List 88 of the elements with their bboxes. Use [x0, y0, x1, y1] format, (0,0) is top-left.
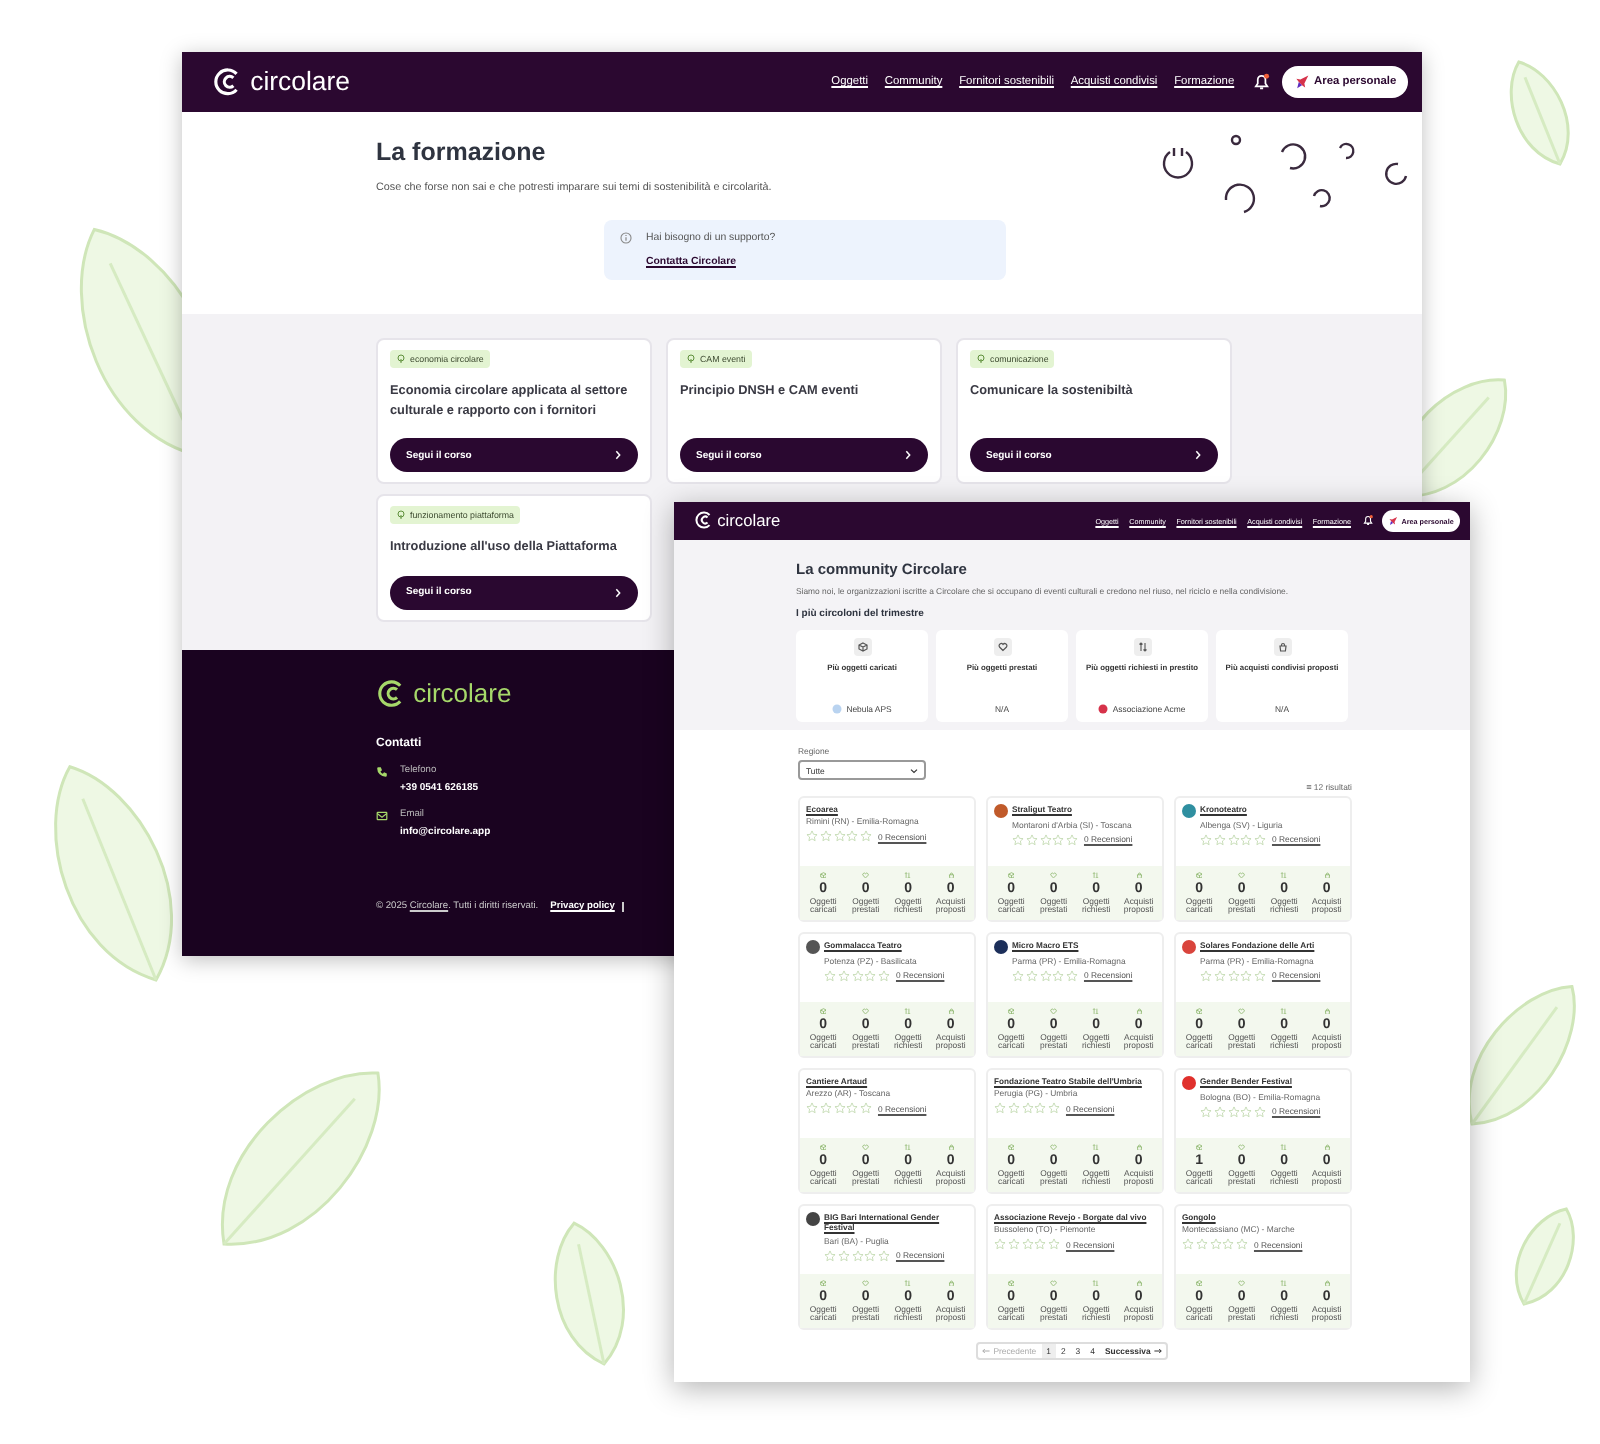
heart-icon	[997, 642, 1007, 652]
heart-icon	[1238, 1007, 1246, 1015]
heart-icon	[1238, 1279, 1246, 1287]
heart-icon	[1238, 1143, 1246, 1151]
list-icon	[1305, 784, 1312, 790]
box-icon	[819, 871, 827, 879]
bag-icon	[1135, 1007, 1143, 1015]
avatar-icon	[1182, 1075, 1196, 1089]
arrows-icon	[904, 1007, 912, 1015]
bag-icon	[1323, 1007, 1331, 1015]
phone-icon	[376, 765, 388, 778]
avatar-icon	[832, 704, 843, 714]
arrows-icon	[1280, 1007, 1288, 1015]
logo-icon	[693, 510, 714, 532]
heart-icon	[1050, 871, 1058, 879]
bag-icon	[1323, 871, 1331, 879]
heart-icon	[862, 1007, 870, 1015]
bag-icon	[1323, 1143, 1331, 1151]
logo-text: circolare	[717, 512, 781, 530]
arrows-icon	[1280, 1279, 1288, 1287]
bell-icon[interactable]	[1252, 72, 1272, 92]
heart-icon	[1238, 871, 1246, 879]
arrows-icon	[1137, 642, 1147, 652]
bag-icon	[1135, 871, 1143, 879]
box-icon	[1195, 871, 1203, 879]
leaf-drawing	[1467, 984, 1576, 1126]
arrows-icon	[1092, 1007, 1100, 1015]
bag-icon	[1135, 1143, 1143, 1151]
avatar-icon	[1182, 939, 1196, 953]
bag-icon	[947, 1279, 955, 1287]
page-title: La formazione	[376, 138, 548, 166]
box-icon	[1007, 1143, 1015, 1151]
footer-logo-text: circolare	[413, 680, 512, 707]
arrows-icon	[904, 871, 912, 879]
arrows-icon	[1092, 871, 1100, 879]
arrows-icon	[1092, 1143, 1100, 1151]
heart-icon	[1050, 1007, 1058, 1015]
chevron-icon	[904, 450, 912, 461]
arrows-icon	[1280, 1143, 1288, 1151]
arrow-right-icon	[1153, 1348, 1162, 1354]
heart-icon	[1050, 1279, 1058, 1287]
arrow-left-icon	[982, 1348, 991, 1354]
box-icon	[1195, 1279, 1203, 1287]
avatar-icon	[994, 939, 1008, 953]
rocket-icon	[1293, 74, 1310, 90]
arrows-icon	[1280, 871, 1288, 879]
avatar-icon	[1182, 803, 1196, 817]
info-icon	[620, 231, 632, 244]
bag-icon	[1135, 1279, 1143, 1287]
arrows-icon	[904, 1279, 912, 1287]
rocket-icon	[1388, 515, 1399, 527]
avatar-icon	[1098, 704, 1109, 714]
avatar-icon	[994, 803, 1008, 817]
mail-icon	[376, 809, 388, 822]
logo-text: circolare	[250, 68, 350, 96]
avatar-icon	[806, 1211, 820, 1225]
tree-icon	[976, 354, 986, 364]
box-icon	[1195, 1143, 1203, 1151]
bag-icon	[1277, 642, 1287, 652]
heart-icon	[1050, 1143, 1058, 1151]
bell-icon[interactable]	[1362, 514, 1375, 528]
tree-icon	[396, 510, 406, 521]
chevron-icon	[910, 767, 918, 773]
heart-icon	[862, 1279, 870, 1287]
box-icon	[819, 1279, 827, 1287]
box-icon	[1195, 1007, 1203, 1015]
bag-icon	[947, 871, 955, 879]
box-icon	[819, 1143, 827, 1151]
box-icon	[857, 642, 867, 652]
leaf-drawing	[1514, 1207, 1575, 1306]
box-icon	[1007, 1007, 1015, 1015]
bag-icon	[947, 1143, 955, 1151]
tree-icon	[396, 354, 406, 364]
avatar-icon	[806, 939, 820, 953]
leaf-drawing	[1509, 60, 1570, 166]
box-icon	[819, 1007, 827, 1015]
arrows-icon	[1092, 1279, 1100, 1287]
heart-icon	[862, 1143, 870, 1151]
heart-icon	[862, 871, 870, 879]
tree-icon	[686, 354, 696, 364]
box-icon	[1007, 871, 1015, 879]
chevron-icon	[614, 587, 622, 598]
chevron-icon	[1194, 450, 1202, 461]
bag-icon	[1323, 1279, 1331, 1287]
bag-icon	[947, 1007, 955, 1015]
chevron-icon	[614, 450, 622, 461]
arrows-icon	[904, 1143, 912, 1151]
box-icon	[1007, 1279, 1015, 1287]
